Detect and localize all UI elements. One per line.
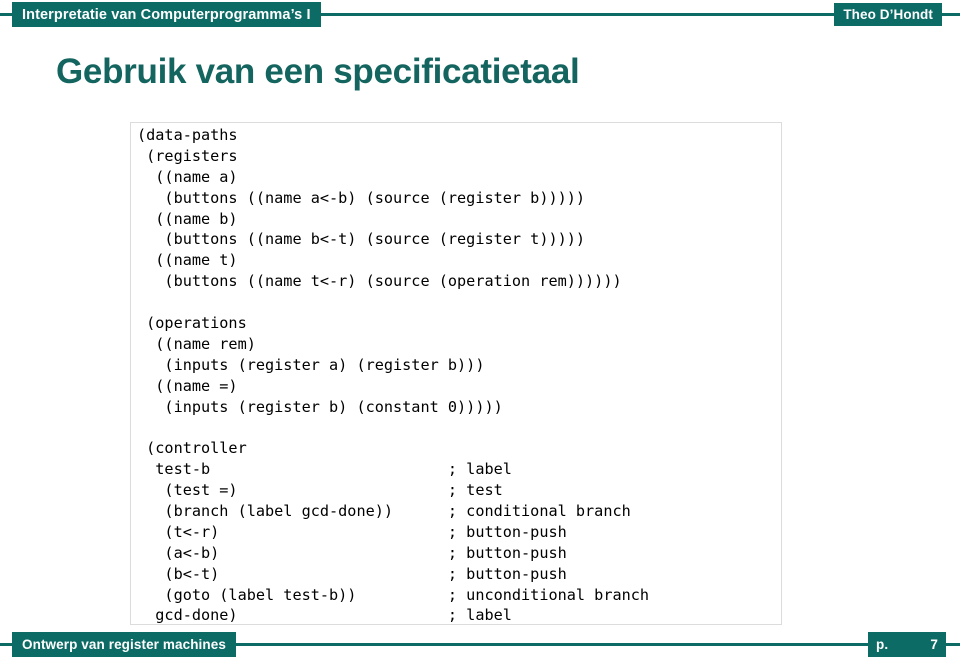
page-title: Gebruik van een specificatietaal	[56, 52, 580, 91]
code-line: (buttons ((name t<-r) (source (operation…	[137, 272, 622, 291]
code-line: (test =) ; test	[137, 481, 503, 500]
slide-header: Interpretatie van Computerprogramma’s I …	[0, 0, 960, 30]
code-line: gcd-done) ; label	[137, 606, 512, 625]
footer-section-tag: Ontwerp van register machines	[12, 632, 236, 657]
slide-footer: Ontwerp van register machines p. 7	[0, 632, 960, 658]
code-line: (inputs (register b) (constant 0)))))	[137, 397, 503, 416]
code-line: (goto (label test-b)) ; unconditional br…	[137, 585, 650, 604]
code-line: (registers	[137, 146, 238, 165]
code-block: (data-paths (registers ((name a) (button…	[130, 122, 782, 625]
code-line: (data-paths	[137, 126, 238, 144]
code-listing: (data-paths (registers ((name a) (button…	[137, 125, 781, 624]
code-line: (t<-r) ; button-push	[137, 522, 567, 541]
header-course-label: Interpretatie van Computerprogramma’s I	[22, 6, 311, 23]
footer-section-label: Ontwerp van register machines	[22, 637, 226, 652]
code-line: ((name rem)	[137, 334, 256, 353]
code-line: (branch (label gcd-done)) ; conditional …	[137, 502, 631, 521]
header-author-tag: Theo D’Hondt	[834, 3, 942, 26]
code-line: (buttons ((name a<-b) (source (register …	[137, 188, 586, 207]
code-line: ((name a)	[137, 167, 238, 186]
code-line: ((name b)	[137, 209, 238, 228]
code-line: ((name t)	[137, 251, 238, 270]
header-course-tag: Interpretatie van Computerprogramma’s I	[12, 2, 321, 27]
code-line: (buttons ((name b<-t) (source (register …	[137, 230, 586, 249]
code-line: (inputs (register a) (register b)))	[137, 355, 485, 374]
header-author-label: Theo D’Hondt	[843, 7, 933, 22]
code-line: (a<-b) ; button-push	[137, 543, 567, 562]
code-line: ((name =)	[137, 376, 238, 395]
code-line: (controller	[137, 439, 247, 458]
code-line: test-b ; label	[137, 460, 512, 479]
code-line: (operations	[137, 314, 247, 333]
page-label: p.	[876, 637, 889, 652]
footer-page-tag: p. 7	[868, 632, 946, 657]
page-number: 7	[930, 637, 938, 652]
code-line: (b<-t) ; button-push	[137, 564, 567, 583]
